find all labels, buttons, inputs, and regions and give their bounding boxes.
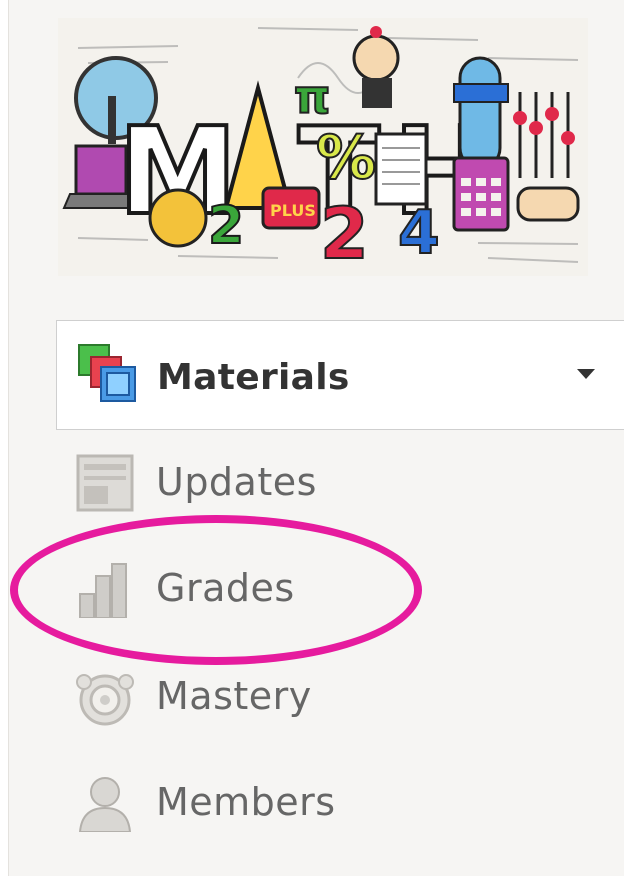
left-border xyxy=(0,0,9,876)
sidebar-item-mastery[interactable]: Mastery xyxy=(56,656,536,736)
sidebar-item-grades[interactable]: Grades xyxy=(56,548,536,628)
svg-text:2: 2 xyxy=(320,193,369,275)
materials-icon xyxy=(77,343,139,405)
course-image: M T H 2 PLUS % 2 4 π xyxy=(58,18,588,276)
mastery-icon xyxy=(76,668,134,726)
sidebar-item-members[interactable]: Members xyxy=(56,762,536,842)
sidebar-item-label: Updates xyxy=(156,460,317,504)
grades-icon xyxy=(76,560,134,619)
updates-icon xyxy=(76,454,134,512)
sidebar-item-updates[interactable]: Updates xyxy=(56,442,536,522)
sidebar-item-label: Mastery xyxy=(156,674,312,718)
svg-text:PLUS: PLUS xyxy=(270,201,316,220)
chevron-down-icon[interactable] xyxy=(577,369,595,379)
svg-text:4: 4 xyxy=(398,198,440,268)
math-illustration: M T H 2 PLUS % 2 4 π xyxy=(58,18,588,276)
materials-nav-item[interactable]: Materials xyxy=(56,320,624,430)
svg-text:2: 2 xyxy=(208,196,244,256)
sidebar-item-label: Grades xyxy=(156,566,295,610)
svg-text:π: π xyxy=(294,70,330,124)
materials-label: Materials xyxy=(157,357,350,398)
members-icon xyxy=(76,774,134,833)
svg-text:%: % xyxy=(316,123,376,193)
sidebar-item-label: Members xyxy=(156,780,336,824)
